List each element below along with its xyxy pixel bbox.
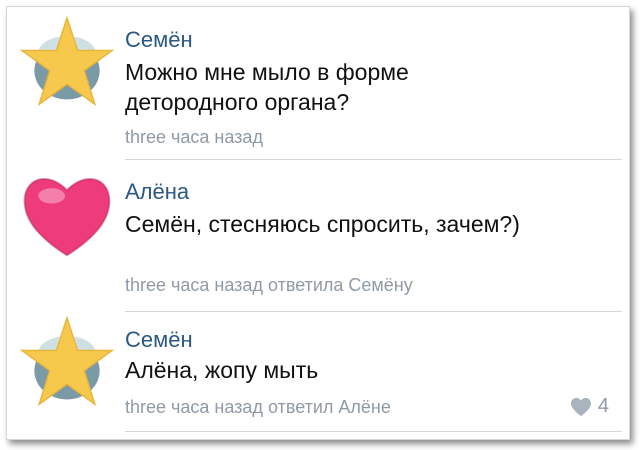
comment-text: Алёна, жопу мыть (125, 357, 319, 383)
star-icon[interactable] (19, 15, 115, 111)
comment-author[interactable]: Семён (125, 27, 193, 53)
comment-text: Можно мне мыло в форме детородного орган… (125, 59, 409, 115)
comment-item: Семён Алёна, жопу мыть three часа назад … (7, 311, 629, 439)
star-icon[interactable] (19, 315, 115, 411)
like-count: 4 (597, 395, 609, 417)
reply-to-link[interactable]: ответила Семёну (268, 275, 413, 295)
divider (125, 431, 622, 432)
like-button[interactable]: 4 (570, 395, 609, 418)
comment-author[interactable]: Алёна (125, 179, 189, 205)
comment-author[interactable]: Семён (125, 327, 193, 353)
comment-timestamp[interactable]: three часа назад (125, 275, 263, 295)
comment-meta: three часа назад ответила Семёну (125, 275, 413, 296)
comments-panel: Семён Можно мне мыло в форме детородного… (6, 6, 630, 440)
comment-timestamp[interactable]: three часа назад (125, 397, 263, 417)
heart-outline-icon (570, 397, 592, 417)
comment-text: Семён, стесняюсь спросить, зачем?) (125, 211, 520, 237)
heart-icon[interactable] (19, 167, 115, 263)
comment-item: Алёна Семён, стесняюсь спросить, зачем?)… (7, 159, 629, 312)
comment-meta: three часа назад ответил Алёне (125, 397, 391, 418)
reply-to-link[interactable]: ответил Алёне (268, 397, 391, 417)
comment-item: Семён Можно мне мыло в форме детородного… (7, 7, 629, 160)
comment-timestamp[interactable]: three часа назад (125, 127, 263, 148)
